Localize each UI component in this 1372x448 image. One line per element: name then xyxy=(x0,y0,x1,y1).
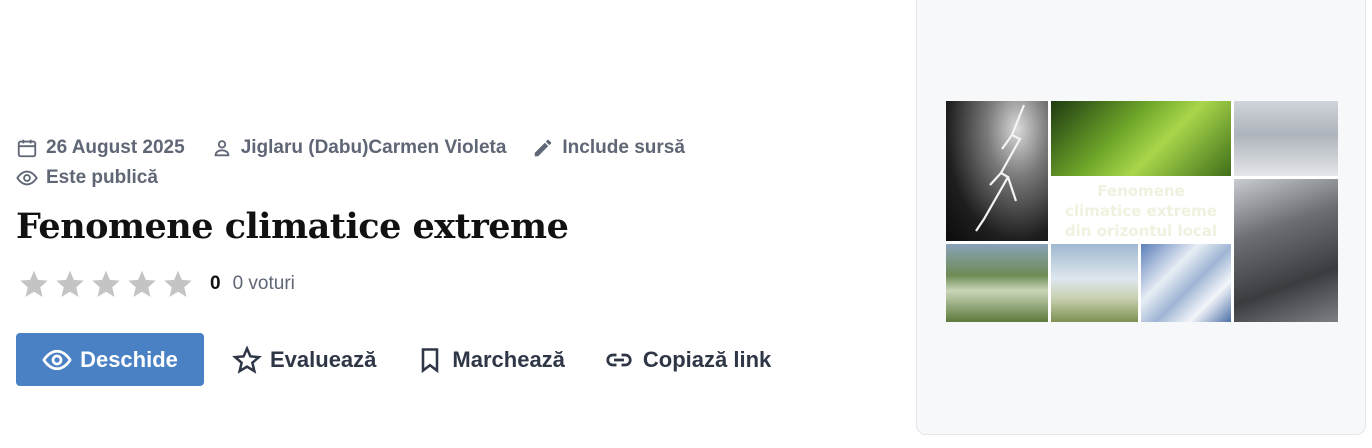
page-title: Fenomene climatice extreme xyxy=(16,206,569,247)
thumbnail-tile-fog xyxy=(1051,244,1138,322)
copy-link-button[interactable]: Copiază link xyxy=(603,345,771,375)
star-icon xyxy=(92,270,120,297)
person-icon xyxy=(214,140,230,157)
resource-thumbnail[interactable]: Fenomene climatice extreme din orizontul… xyxy=(946,101,1338,322)
meta-date: 26 August 2025 xyxy=(16,137,185,159)
resource-main: 26 August 2025 Jiglaru (Dabu)Carmen Viol… xyxy=(16,0,896,448)
thumbnail-tile-car xyxy=(1234,179,1338,322)
star-icon xyxy=(164,270,192,297)
bookmark-icon xyxy=(422,347,439,373)
bookmark-button[interactable]: Marchează xyxy=(416,345,565,375)
thumbnail-tile-lightning xyxy=(946,101,1048,241)
meta-date-text: 26 August 2025 xyxy=(46,137,185,158)
rating: 0 0 voturi xyxy=(18,268,295,300)
rating-count: 0 xyxy=(210,273,221,294)
rating-stars xyxy=(18,268,198,300)
meta-row: 26 August 2025 Jiglaru (Dabu)Carmen Viol… xyxy=(16,137,711,159)
thumbnail-caption-line: din orizontul local xyxy=(1064,222,1218,240)
rate-button[interactable]: Evaluează xyxy=(232,344,377,375)
sidebar-panel: Fenomene climatice extreme din orizontul… xyxy=(916,0,1366,435)
thumbnail-caption-line: Fenomene xyxy=(1097,182,1185,200)
action-bar: Deschide Evaluează Marchează Copiază lin… xyxy=(16,333,771,386)
thumbnail-tile-leaf xyxy=(1051,101,1231,176)
meta-author-text: Jiglaru (Dabu)Carmen Violeta xyxy=(240,137,507,158)
eye-icon xyxy=(16,170,38,186)
thumbnail-caption-line: climatice extreme xyxy=(1065,202,1217,220)
meta-author: Jiglaru (Dabu)Carmen Violeta xyxy=(211,137,507,159)
meta-visibility-text: Este publică xyxy=(46,167,158,188)
meta-row-visibility: Este publică xyxy=(16,167,184,189)
star-icon xyxy=(128,270,156,297)
lightning-icon xyxy=(975,104,1026,232)
meta-visibility: Este publică xyxy=(16,167,158,189)
calendar-icon xyxy=(17,139,37,158)
rate-button-label: Evaluează xyxy=(270,346,377,372)
star-icon xyxy=(56,270,84,297)
thumbnail-caption: Fenomene climatice extreme din orizontul… xyxy=(1051,181,1231,241)
meta-source-text: Include sursă xyxy=(562,137,685,158)
thumbnail-tile-flowers xyxy=(946,244,1048,322)
meta-source: Include sursă xyxy=(532,137,685,159)
copy-link-button-label: Copiază link xyxy=(642,346,772,372)
thumbnail-tile-frost xyxy=(1141,244,1231,322)
star-outline-icon xyxy=(232,344,262,374)
thumbnail-tile-snow-road xyxy=(1234,101,1338,176)
open-button[interactable]: Deschide xyxy=(16,333,204,386)
open-button-label: Deschide xyxy=(80,346,178,372)
pencil-icon xyxy=(535,139,552,157)
eye-icon xyxy=(42,349,72,370)
star-icon xyxy=(20,270,48,297)
bookmark-button-label: Marchează xyxy=(452,346,565,372)
link-icon xyxy=(606,353,632,366)
rating-votes: 0 voturi xyxy=(232,273,295,294)
